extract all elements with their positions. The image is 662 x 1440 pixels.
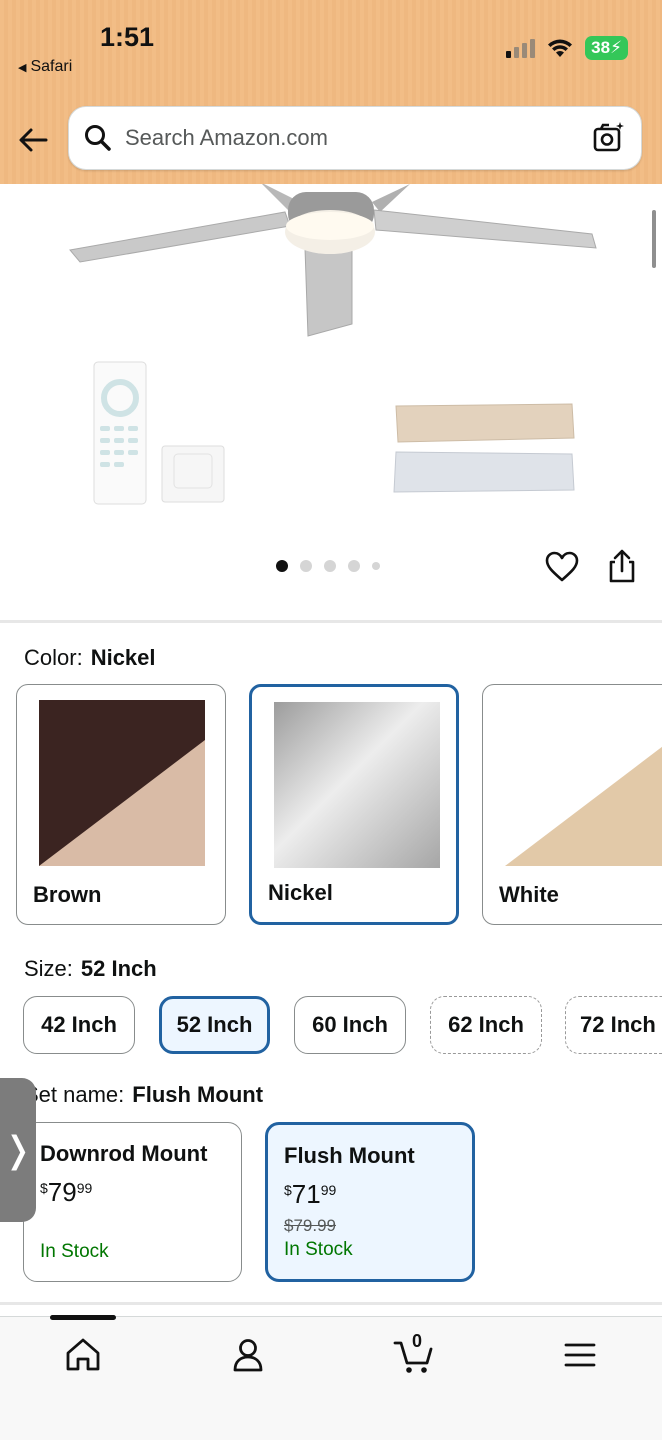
camera-search-icon[interactable] (591, 120, 627, 156)
section-divider (0, 1302, 662, 1305)
heart-icon[interactable] (545, 550, 579, 584)
size-label-row: Size: 52 Inch (24, 956, 157, 982)
size-option-60[interactable]: 60 Inch (294, 996, 406, 1054)
color-selected-value: Nickel (90, 645, 156, 670)
color-swatch-brown[interactable]: Brown (16, 684, 226, 925)
currency-symbol: $ (40, 1180, 48, 1196)
set-name-label: Set name: (24, 1082, 125, 1107)
replacement-blades-image (393, 403, 575, 493)
bottom-navigation: 0 (0, 1315, 662, 1440)
menu-icon[interactable] (560, 1335, 600, 1375)
image-pagination-dots[interactable] (276, 560, 380, 572)
status-indicators: 38⚡ (506, 36, 628, 60)
product-image-gallery[interactable] (0, 184, 662, 620)
side-panel-handle[interactable]: ❭ (0, 1078, 36, 1222)
price-whole: 71 (291, 1179, 321, 1209)
size-option-62[interactable]: 62 Inch (430, 996, 542, 1054)
active-tab-indicator (50, 1315, 116, 1320)
pagination-dot[interactable] (276, 560, 288, 572)
stock-status: In Stock (284, 1239, 353, 1260)
pagination-dot[interactable] (324, 560, 336, 572)
pagination-dot[interactable] (348, 560, 360, 572)
back-to-safari-link[interactable]: ◀ Safari (18, 58, 72, 76)
currency-symbol: $ (284, 1182, 292, 1198)
set-option-flush-mount[interactable]: Flush Mount $71 99 $79.99 In Stock (265, 1122, 475, 1282)
pagination-dot[interactable] (372, 562, 380, 570)
price-whole: 79 (47, 1177, 77, 1207)
swatch-name: Brown (33, 882, 102, 907)
set-option-downrod-mount[interactable]: Downrod Mount $79 99 In Stock (23, 1122, 242, 1282)
search-input[interactable] (125, 125, 591, 151)
pagination-dot[interactable] (300, 560, 312, 572)
back-triangle-icon: ◀ (18, 61, 27, 74)
set-option-price: $79 99 (40, 1177, 225, 1208)
section-divider (0, 620, 662, 623)
swatch-name: White (499, 882, 559, 907)
set-name-label-row: Set name: Flush Mount (24, 1082, 263, 1108)
stock-status: In Stock (40, 1241, 109, 1262)
cart-icon[interactable] (393, 1335, 435, 1375)
chevron-right-icon: ❭ (2, 1129, 34, 1170)
charging-bolt-icon: ⚡ (610, 38, 622, 57)
set-option-price: $71 99 (284, 1179, 456, 1210)
wifi-icon (548, 39, 573, 57)
color-label-row: Color: Nickel (24, 645, 156, 671)
brown-swatch-image (39, 700, 205, 866)
price-fraction: 99 (320, 1182, 337, 1198)
header: 1:51 ◀ Safari 38⚡ (0, 0, 662, 184)
cellular-signal-icon (506, 38, 536, 58)
price-fraction: 99 (76, 1180, 93, 1196)
search-bar[interactable] (68, 106, 642, 170)
battery-indicator: 38⚡ (585, 36, 628, 60)
list-price: $79.99 (284, 1216, 336, 1235)
share-icon[interactable] (606, 548, 638, 584)
status-time: 1:51 (100, 22, 155, 52)
set-option-title: Downrod Mount (40, 1141, 208, 1166)
ceiling-fan-image (69, 184, 597, 337)
back-app-label: Safari (30, 58, 73, 75)
home-icon[interactable] (63, 1335, 103, 1375)
size-option-72[interactable]: 72 Inch (565, 996, 662, 1054)
battery-level: 38 (591, 38, 611, 57)
set-name-selected-value: Flush Mount (132, 1082, 264, 1107)
size-selected-value: 52 Inch (80, 956, 157, 981)
search-icon (85, 125, 111, 151)
color-label: Color: (24, 645, 83, 670)
color-swatch-nickel[interactable]: Nickel (249, 684, 459, 925)
back-arrow-icon[interactable] (16, 122, 52, 158)
nickel-swatch-image (274, 702, 440, 868)
set-option-title: Flush Mount (284, 1143, 415, 1168)
white-swatch-image (505, 700, 662, 866)
account-icon[interactable] (228, 1335, 268, 1375)
size-option-52[interactable]: 52 Inch (159, 996, 270, 1054)
swatch-name: Nickel (268, 880, 333, 905)
color-swatch-white[interactable]: White (482, 684, 662, 925)
size-option-42[interactable]: 42 Inch (23, 996, 135, 1054)
remote-control-image (93, 361, 225, 505)
size-label: Size: (24, 956, 73, 981)
gallery-scrollbar[interactable] (652, 210, 656, 268)
